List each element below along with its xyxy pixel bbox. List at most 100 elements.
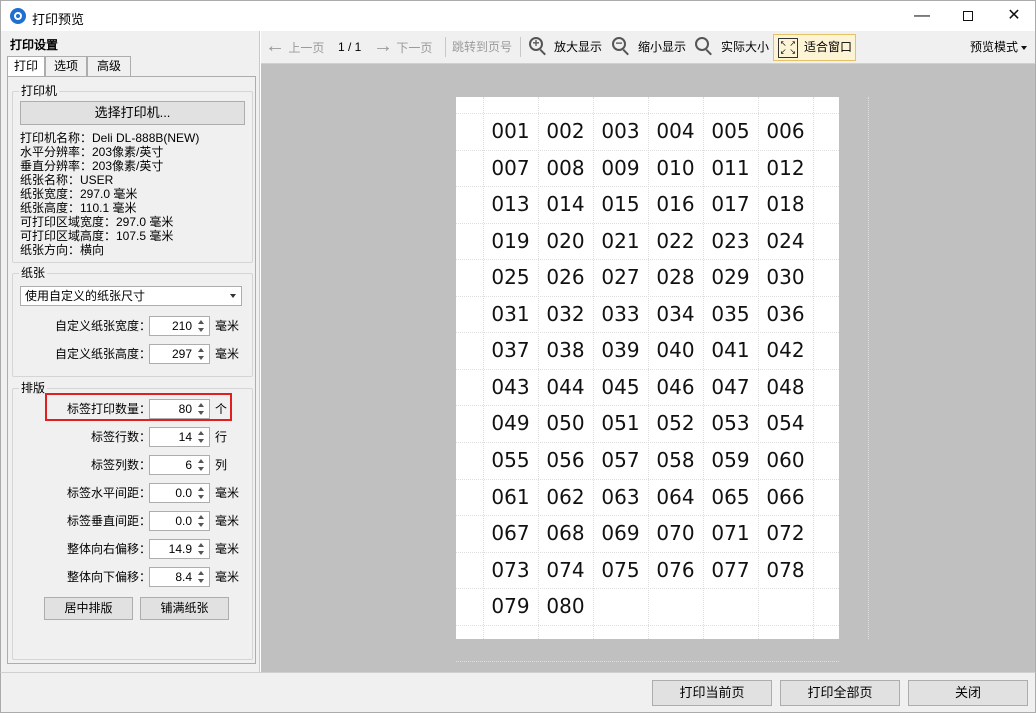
grid-line (456, 625, 839, 626)
fit-window-label: 适合窗口 (804, 40, 853, 54)
custom-paper-width-input[interactable]: 210 (149, 316, 210, 336)
custom-paper-width-label: 自定义纸张宽度： (54, 319, 151, 333)
vertical-spacing-value: 0.0 (175, 514, 192, 528)
label-cell: 015 (601, 192, 640, 216)
custom-paper-height-value: 297 (171, 347, 192, 361)
spinner-arrows-icon[interactable] (195, 485, 208, 501)
label-cell: 013 (491, 192, 530, 216)
spinner-arrows-icon[interactable] (195, 569, 208, 585)
label-cell: 047 (711, 375, 750, 399)
printable-width-info: 可打印区域宽度：297.0 毫米 (20, 215, 174, 229)
spinner-arrows-icon[interactable] (195, 318, 208, 334)
custom-paper-width-value: 210 (171, 319, 192, 333)
zoom-out-button[interactable]: − 缩小显示 (612, 31, 690, 63)
label-count-highlight (45, 393, 232, 421)
print-all-pages-button[interactable]: 打印全部页 (780, 680, 900, 706)
next-page-label: 下一页 (396, 41, 433, 55)
tab-print[interactable]: 打印 (7, 56, 45, 77)
fill-paper-button[interactable]: 铺满纸张 (140, 597, 229, 620)
next-page-button[interactable]: → 下一页 (373, 31, 443, 63)
printer-name-info: 打印机名称：Deli DL-888B(NEW) (20, 131, 200, 145)
offset-down-input[interactable]: 8.4 (149, 567, 210, 587)
label-cell: 065 (711, 485, 750, 509)
label-cell: 063 (601, 485, 640, 509)
label-cell: 009 (601, 156, 640, 180)
toolbar-divider (445, 37, 446, 57)
layout-group: 排版 标签打印数量： 80 个 标签行数： 14 行 标签列数： 6 列 标签水… (12, 381, 253, 660)
label-cell: 048 (766, 375, 805, 399)
spinner-arrows-icon[interactable] (195, 429, 208, 445)
label-cell: 035 (711, 302, 750, 326)
label-cell: 075 (601, 558, 640, 582)
tab-advanced[interactable]: 高级 (87, 56, 131, 76)
vertical-spacing-input[interactable]: 0.0 (149, 511, 210, 531)
minimize-button[interactable]: — (899, 1, 945, 31)
zoom-in-icon: + (529, 37, 547, 56)
label-cell: 031 (491, 302, 530, 326)
offset-right-value: 14.9 (168, 542, 192, 556)
horizontal-spacing-value: 0.0 (175, 486, 192, 500)
label-cell: 033 (601, 302, 640, 326)
label-rows-input[interactable]: 14 (149, 427, 210, 447)
label-cell: 071 (711, 521, 750, 545)
printer-group: 打印机 选择打印机... 打印机名称：Deli DL-888B(NEW) 水平分… (12, 84, 253, 263)
label-cell: 016 (656, 192, 695, 216)
select-printer-button[interactable]: 选择打印机... (20, 101, 245, 125)
page-indicator: 1 / 1 (338, 40, 362, 54)
center-layout-button[interactable]: 居中排版 (44, 597, 133, 620)
spinner-arrows-icon[interactable] (195, 346, 208, 362)
tab-options[interactable]: 选项 (45, 56, 87, 76)
spinner-arrows-icon[interactable] (195, 513, 208, 529)
label-cell: 020 (546, 229, 585, 253)
horizontal-spacing-input[interactable]: 0.0 (149, 483, 210, 503)
grid-line (456, 661, 839, 662)
spinner-arrows-icon[interactable] (195, 457, 208, 473)
label-cell: 014 (546, 192, 585, 216)
label-columns-input[interactable]: 6 (149, 455, 210, 475)
label-cell: 055 (491, 448, 530, 472)
actual-size-button[interactable]: 实际大小 (695, 31, 771, 63)
paper-name-info: 纸张名称：USER (20, 173, 114, 187)
label-cell: 029 (711, 265, 750, 289)
grid-line (813, 97, 814, 639)
label-columns-unit: 列 (215, 458, 228, 472)
label-cell: 010 (656, 156, 695, 180)
label-cell: 069 (601, 521, 640, 545)
label-cell: 077 (711, 558, 750, 582)
label-cell: 049 (491, 411, 530, 435)
paper-orientation-info: 纸张方向：横向 (20, 243, 105, 257)
label-cell: 045 (601, 375, 640, 399)
label-cell: 078 (766, 558, 805, 582)
zoom-in-button[interactable]: + 放大显示 (529, 31, 605, 63)
label-rows-label: 标签行数： (90, 430, 151, 444)
label-cell: 057 (601, 448, 640, 472)
label-cell: 067 (491, 521, 530, 545)
close-button[interactable]: 关闭 (908, 680, 1028, 706)
label-cell: 040 (656, 338, 695, 362)
label-cell: 021 (601, 229, 640, 253)
print-current-page-button[interactable]: 打印当前页 (652, 680, 772, 706)
offset-right-input[interactable]: 14.9 (149, 539, 210, 559)
prev-page-label: 上一页 (288, 41, 325, 55)
paper-group: 纸张 使用自定义的纸张尺寸 自定义纸张宽度： 210 毫米 自定义纸张高度： 2… (12, 266, 253, 377)
label-cell: 079 (491, 594, 530, 618)
custom-paper-height-unit: 毫米 (215, 347, 240, 361)
arrow-left-icon: ← (265, 35, 285, 57)
prev-page-button[interactable]: ← 上一页 (265, 31, 337, 63)
offset-down-label: 整体向下偏移： (66, 570, 151, 584)
vertical-resolution-info: 垂直分辨率：203像素/英寸 (20, 159, 164, 173)
close-window-button[interactable]: ✕ (991, 1, 1036, 31)
maximize-button[interactable] (945, 1, 991, 31)
actual-size-label: 实际大小 (721, 40, 770, 54)
paper-size-select[interactable]: 使用自定义的纸张尺寸 (20, 286, 242, 306)
label-cell: 053 (711, 411, 750, 435)
custom-paper-height-input[interactable]: 297 (149, 344, 210, 364)
fit-window-button[interactable]: ↖ ↗ ↙ ↘ 适合窗口 (773, 34, 856, 61)
label-cell: 011 (711, 156, 750, 180)
spinner-arrows-icon[interactable] (195, 541, 208, 557)
label-cell: 058 (656, 448, 695, 472)
preview-area[interactable]: 001 002 003 004 005 006 007 008 009 010 011 012 013 0… (261, 64, 1036, 672)
preview-mode-menu[interactable]: 预览模式 (970, 31, 1027, 63)
goto-page-button[interactable]: 跳转到页号 (452, 31, 512, 63)
label-cell: 046 (656, 375, 695, 399)
